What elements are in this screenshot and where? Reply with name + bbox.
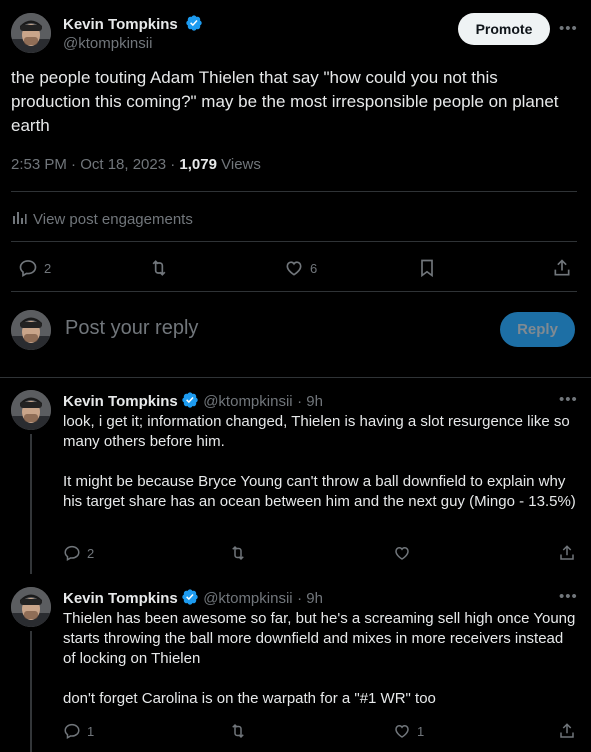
reply-action[interactable]: 2 (18, 258, 51, 278)
avatar[interactable] (11, 587, 51, 627)
repost-icon (232, 723, 244, 739)
post-age[interactable]: · 9h (297, 590, 323, 607)
thread-line (30, 631, 32, 752)
avatar-image (11, 390, 51, 430)
reply-icon (19, 260, 37, 277)
avatar-image (11, 310, 51, 350)
repost-action[interactable] (228, 544, 248, 562)
heart-icon (395, 724, 409, 738)
like-count: 1 (417, 723, 425, 739)
heart-icon (286, 261, 302, 276)
like-action[interactable] (393, 544, 417, 562)
divider (11, 241, 577, 242)
author-handle[interactable]: @ktompkinsii (63, 35, 152, 52)
reply-action[interactable]: 2 (63, 544, 94, 562)
author-name[interactable]: Kevin Tompkins (63, 16, 178, 33)
avatar-image (11, 13, 51, 53)
avatar-image (11, 587, 51, 627)
repost-action[interactable] (228, 722, 248, 740)
repost-action[interactable] (148, 258, 170, 278)
reply-icon (64, 545, 80, 562)
divider (0, 377, 591, 378)
view-engagements-link[interactable]: View post engagements (11, 209, 193, 229)
divider (11, 191, 577, 192)
reply-count: 2 (44, 260, 52, 276)
tweet-timestamp: 2:53 PM · Oct 18, 2023 · 1,079 Views (11, 156, 261, 174)
like-count: 6 (310, 260, 318, 276)
avatar[interactable] (11, 390, 51, 430)
tweet-time[interactable]: 2:53 PM · Oct 18, 2023 · (11, 156, 179, 173)
share-icon (560, 723, 574, 738)
author-name[interactable]: Kevin Tompkins (63, 393, 178, 410)
heart-icon (395, 546, 409, 560)
author-handle[interactable]: @ktompkinsii (203, 590, 292, 607)
more-options-icon[interactable]: ••• (559, 391, 578, 408)
reply-count: 2 (87, 545, 95, 561)
reply-count: 1 (87, 723, 95, 739)
thread-line (30, 434, 32, 574)
share-icon (554, 259, 570, 276)
author-handle[interactable]: @ktompkinsii (203, 393, 292, 410)
more-options-icon[interactable]: ••• (559, 20, 578, 37)
post-age[interactable]: · 9h (297, 393, 323, 410)
share-action[interactable] (552, 258, 572, 278)
promote-button[interactable]: Promote (458, 13, 550, 45)
views-count: 1,079 (179, 156, 217, 173)
author-name[interactable]: Kevin Tompkins (63, 590, 178, 607)
share-action[interactable] (558, 722, 576, 740)
share-action[interactable] (558, 544, 576, 562)
divider (11, 291, 577, 292)
avatar[interactable] (11, 310, 51, 350)
analytics-icon (11, 209, 27, 229)
repost-icon (152, 260, 166, 276)
reply-input[interactable]: Post your reply (65, 317, 198, 340)
reply-action[interactable]: 1 (63, 722, 94, 740)
like-action[interactable]: 1 (393, 722, 424, 740)
tweet-text: the people touting Adam Thielen that say… (11, 68, 559, 135)
engagements-label: View post engagements (33, 210, 193, 228)
bookmark-icon (421, 259, 433, 278)
more-options-icon[interactable]: ••• (559, 588, 578, 605)
verified-badge-icon (185, 14, 203, 38)
avatar[interactable] (11, 13, 51, 53)
reply-text: Thielen has been awesome so far, but he'… (63, 610, 576, 707)
reply-text: look, i get it; information changed, Thi… (63, 413, 576, 510)
views-label: Views (216, 156, 261, 173)
reply-icon (64, 723, 80, 740)
share-icon (560, 545, 574, 560)
bookmark-action[interactable] (417, 258, 437, 278)
like-action[interactable]: 6 (284, 258, 317, 278)
repost-icon (232, 545, 244, 561)
reply-button[interactable]: Reply (500, 312, 575, 347)
